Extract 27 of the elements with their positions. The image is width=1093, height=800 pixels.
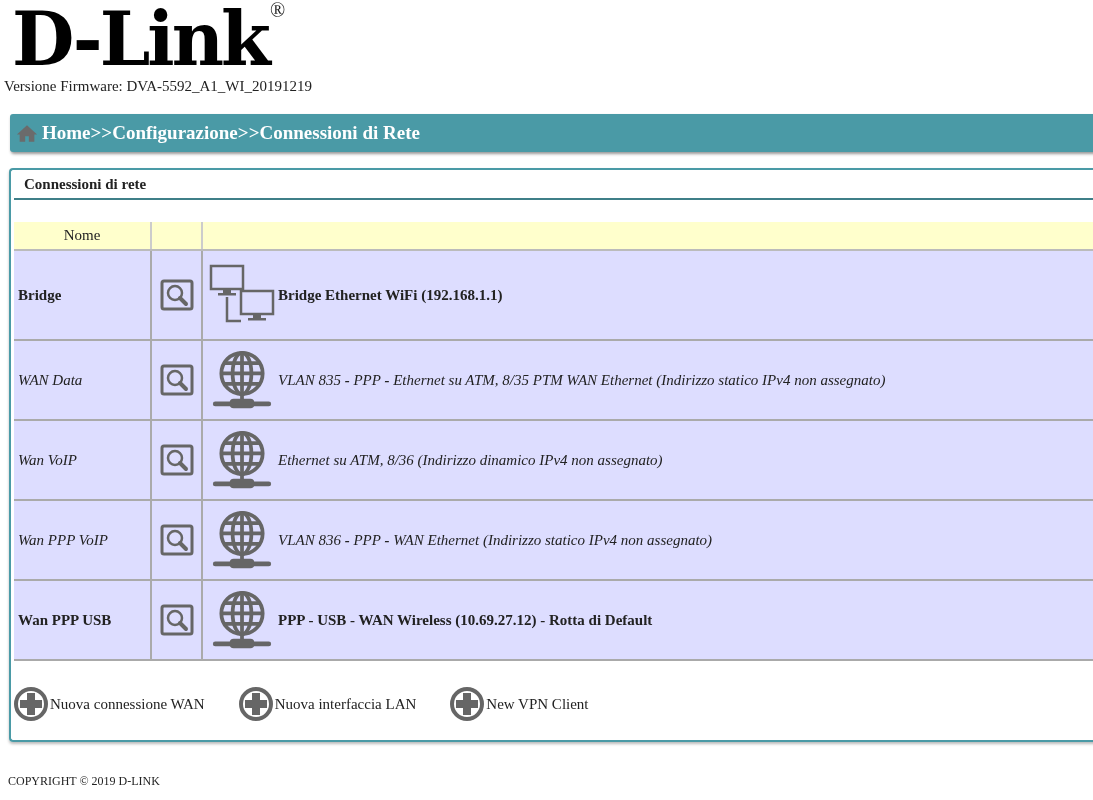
firmware-version: Versione Firmware: DVA-5592_A1_WI_20191219 xyxy=(3,78,313,96)
search-icon[interactable] xyxy=(159,444,194,476)
add-connection-button[interactable]: Nuova connessione WAN xyxy=(14,687,205,721)
connection-name: Wan PPP VoIP xyxy=(14,500,151,580)
copyright-text: COPYRIGHT © 2019 D-LINK xyxy=(8,774,161,789)
plus-icon xyxy=(238,687,273,721)
connection-description: VLAN 835 - PPP - Ethernet su ATM, 8/35 PTM WAN Ethernet (Indirizzo statico IPv4 non assegnato) xyxy=(278,371,886,389)
connection-name: Bridge xyxy=(14,250,151,340)
add-connection-button[interactable]: Nuova interfaccia LAN xyxy=(238,687,417,721)
registered-mark: ® xyxy=(269,0,286,20)
connection-name: Wan PPP USB xyxy=(14,580,151,660)
connection-description: Ethernet su ATM, 8/36 (Indirizzo dinamico IPv4 non assegnato) xyxy=(278,451,663,469)
connection-name: Wan VoIP xyxy=(14,420,151,500)
plus-icon xyxy=(450,687,485,721)
search-icon[interactable] xyxy=(159,524,194,556)
plus-icon xyxy=(14,687,48,721)
search-icon[interactable] xyxy=(159,279,194,311)
connection-description: PPP - USB - WAN Wireless (10.69.27.12) - Rotta di Default xyxy=(278,611,653,629)
connection-description: Bridge Ethernet WiFi (192.168.1.1) xyxy=(278,286,503,304)
column-header: Nome xyxy=(14,222,151,250)
search-icon[interactable] xyxy=(159,364,194,396)
connection-name: WAN Data xyxy=(14,340,151,420)
panel-title: Connessioni di rete xyxy=(14,170,1093,200)
breadcrumb-text: Home>>Configurazione>>Connessioni di Rete xyxy=(42,122,420,144)
connection-description: VLAN 836 - PPP - WAN Ethernet (Indirizzo statico IPv4 non assegnato) xyxy=(278,531,713,549)
search-icon[interactable] xyxy=(159,604,194,636)
add-connection-button[interactable]: New VPN Client xyxy=(450,687,589,721)
